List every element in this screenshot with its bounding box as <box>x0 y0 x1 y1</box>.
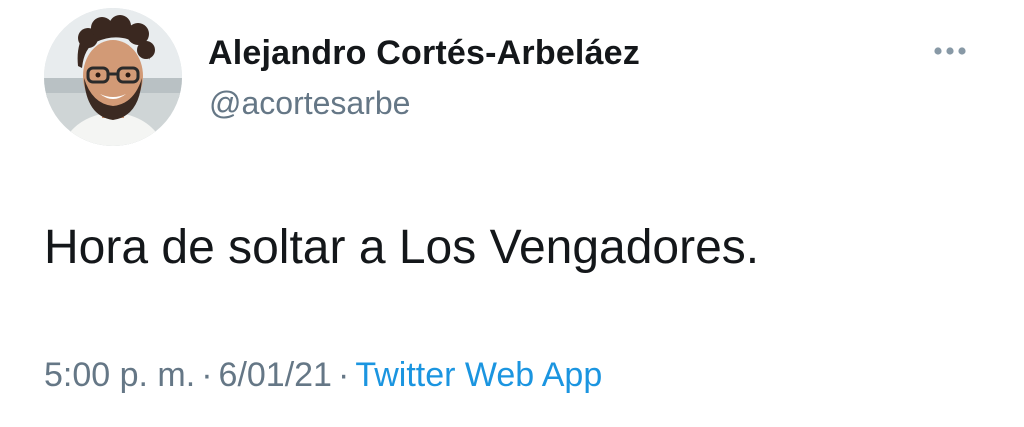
author-display-name[interactable]: Alejandro Cortés-Arbeláez <box>208 34 640 73</box>
meta-separator: · <box>337 356 350 394</box>
profile-photo-icon <box>44 8 182 146</box>
avatar[interactable] <box>44 8 182 146</box>
tweet-source-link[interactable]: Twitter Web App <box>355 356 602 394</box>
tweet-text: Hora de soltar a Los Vengadores. <box>44 221 760 274</box>
more-options-button[interactable] <box>930 36 974 66</box>
tweet-card: Alejandro Cortés-Arbeláez @acortesarbe H… <box>0 0 1024 427</box>
tweet-time[interactable]: 5:00 p. m. <box>44 356 195 394</box>
author-handle[interactable]: @acortesarbe <box>209 85 410 122</box>
tweet-metadata: 5:00 p. m. · 6/01/21 · Twitter Web App <box>44 356 602 395</box>
tweet-date[interactable]: 6/01/21 <box>219 356 332 394</box>
meta-separator: · <box>201 356 213 394</box>
more-horizontal-icon <box>934 47 966 55</box>
